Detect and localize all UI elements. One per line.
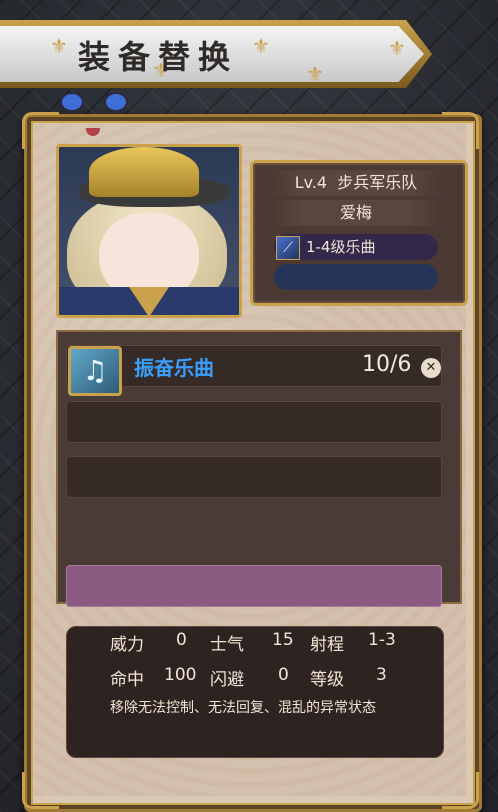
fleur-icon: ⚜: [252, 34, 270, 58]
stat-range-value: 1-3: [368, 630, 396, 650]
unit-type-text: 步兵军乐队: [337, 173, 418, 192]
portrait-eye: [104, 92, 128, 112]
level-unit-line: Lv.4 步兵军乐队: [270, 170, 442, 196]
stat-accuracy-label: 命中: [110, 670, 144, 690]
stat-range-label: 射程: [310, 635, 344, 655]
highlight-slot[interactable]: [66, 565, 442, 607]
equipment-name: 振奋乐曲: [134, 356, 214, 380]
ornament-corner: [22, 112, 59, 149]
stat-morale-value: 15: [272, 630, 294, 650]
portrait-eye: [60, 92, 84, 112]
weapon-label: 1-4级乐曲: [306, 238, 376, 256]
equipment-description: 移除无法控制、无法回复、混乱的异常状态: [110, 700, 376, 716]
equipment-slot-empty[interactable]: [66, 401, 442, 443]
stat-grade-label: 等级: [310, 670, 344, 690]
stat-power-value: 0: [176, 630, 187, 650]
fleur-icon: ⚜: [50, 34, 68, 58]
empty-info-slot: [274, 264, 438, 290]
equipment-slot-empty[interactable]: [66, 456, 442, 498]
fleur-icon: ⚜: [388, 36, 406, 60]
stat-evasion-value: 0: [278, 665, 289, 685]
stat-evasion-label: 闪避: [210, 670, 244, 690]
ornament-corner: [442, 772, 479, 809]
rifle-icon: ⟋: [276, 236, 300, 260]
fleur-icon: ⚜: [306, 62, 324, 86]
level-text: Lv.4: [294, 173, 328, 192]
music-note-icon: ♫: [68, 346, 122, 396]
portrait-hat: [89, 147, 199, 197]
page-title: 装备替换: [78, 38, 239, 76]
ornament-corner: [22, 772, 59, 809]
equipment-count: 10/6: [362, 352, 412, 377]
stat-power-label: 威力: [110, 635, 144, 655]
character-name: 爱梅: [270, 200, 442, 226]
stat-accuracy-value: 100: [164, 665, 197, 685]
stat-grade-value: 3: [376, 665, 387, 685]
character-portrait[interactable]: [56, 144, 242, 318]
remove-equipment-button[interactable]: ✕: [421, 358, 441, 378]
stat-morale-label: 士气: [210, 635, 244, 655]
ornament-corner: [442, 112, 479, 149]
